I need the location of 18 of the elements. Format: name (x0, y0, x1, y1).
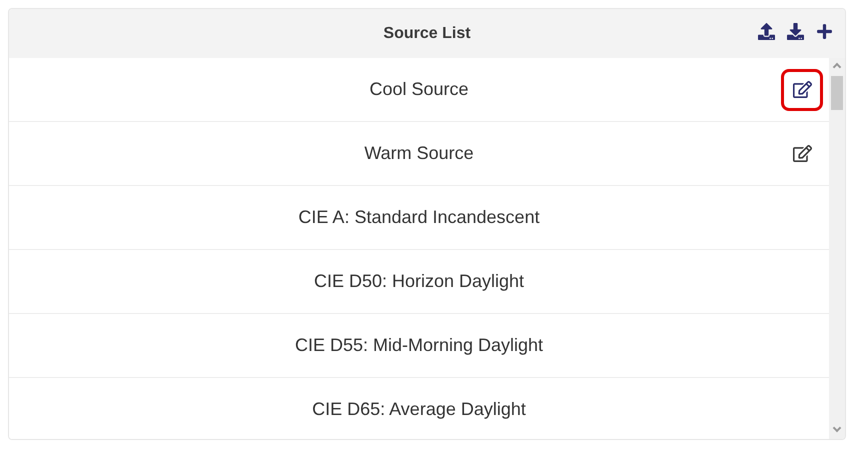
scrollbar[interactable] (829, 58, 845, 439)
add-icon (816, 23, 833, 40)
source-name: CIE D55: Mid-Morning Daylight (294, 334, 544, 357)
upload-button[interactable] (758, 23, 775, 40)
download-icon (787, 23, 804, 40)
download-button[interactable] (787, 23, 804, 40)
source-name: CIE D65: Average Daylight (312, 398, 526, 421)
source-name: Cool Source (369, 78, 469, 101)
source-name: CIE A: Standard Incandescent (298, 206, 540, 229)
upload-icon (758, 23, 775, 40)
list-title: Source List (383, 24, 471, 44)
edit-button[interactable] (781, 68, 823, 110)
source-name: CIE D50: Horizon Daylight (314, 270, 524, 293)
add-button[interactable] (816, 23, 833, 40)
edit-icon (792, 144, 812, 163)
source-name: Warm Source (364, 142, 474, 165)
scroll-thumb[interactable] (831, 76, 843, 110)
edit-icon (792, 80, 812, 99)
